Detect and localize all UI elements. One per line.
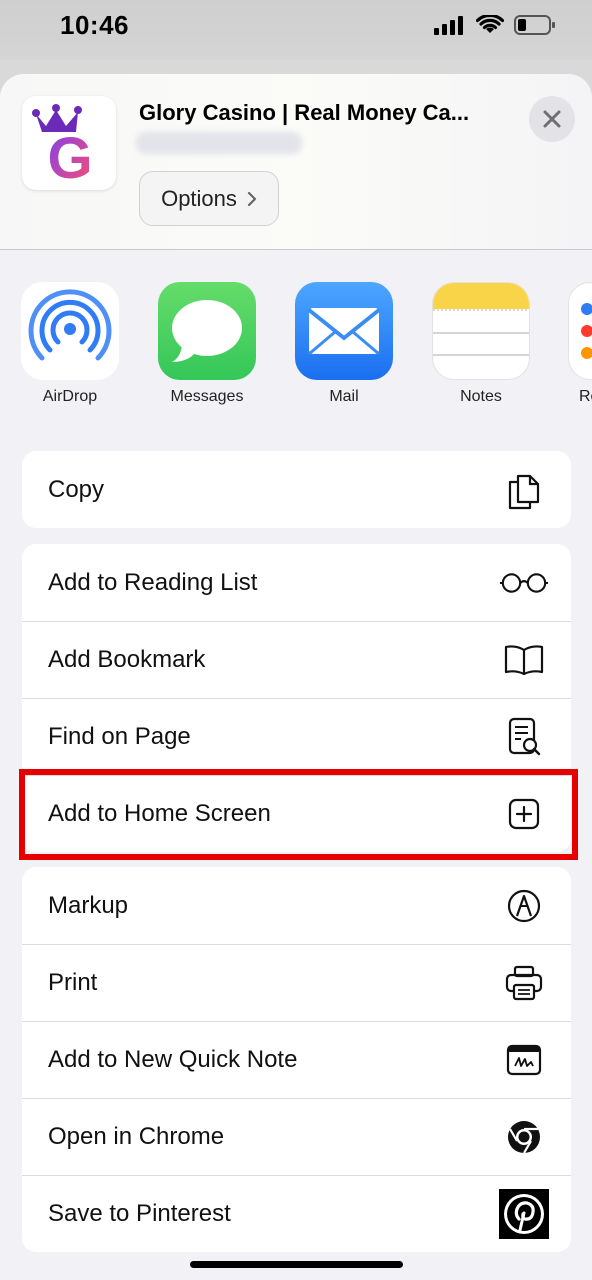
action-label: Add to Reading List xyxy=(48,568,258,596)
share-sheet-header: G Glory Casino | Real Money Ca... Option… xyxy=(0,74,592,250)
copy-icon xyxy=(499,465,549,515)
share-app-label: AirDrop xyxy=(42,388,98,405)
close-button[interactable] xyxy=(529,96,575,142)
action-label: Print xyxy=(48,968,98,996)
action-group-page: Add to Reading List Add Bookmark Find on… xyxy=(22,544,571,852)
action-add-to-reading-list[interactable]: Add to Reading List xyxy=(22,544,571,621)
action-label: Save to Pinterest xyxy=(48,1199,231,1227)
page-title: Glory Casino | Real Money Ca... xyxy=(139,100,470,125)
share-app-notes[interactable]: Notes xyxy=(431,282,531,406)
action-add-bookmark[interactable]: Add Bookmark xyxy=(22,621,571,698)
options-button[interactable]: Options xyxy=(139,171,279,226)
action-group-copy: Copy xyxy=(22,451,571,528)
share-app-label: Notes xyxy=(460,388,502,405)
action-add-quick-note[interactable]: Add to New Quick Note xyxy=(22,1021,571,1098)
share-app-messages[interactable]: Messages xyxy=(157,282,257,406)
action-markup[interactable]: Markup xyxy=(22,867,571,944)
action-label: Open in Chrome xyxy=(48,1122,225,1150)
chevron-right-icon xyxy=(247,191,257,206)
markup-pen-icon xyxy=(499,881,549,931)
share-app-label: Re xyxy=(579,388,592,405)
status-icons xyxy=(434,14,556,36)
action-label: Markup xyxy=(48,891,129,919)
battery-icon xyxy=(514,15,555,35)
share-app-mail[interactable]: Mail xyxy=(294,282,394,406)
printer-icon xyxy=(499,958,549,1008)
book-icon xyxy=(499,635,549,685)
airdrop-icon xyxy=(21,282,119,380)
action-label: Copy xyxy=(48,475,105,503)
messages-icon xyxy=(158,282,256,380)
glasses-icon xyxy=(499,558,549,608)
wifi-icon xyxy=(476,15,504,33)
home-indicator xyxy=(190,1261,403,1268)
status-bar: 10:46 xyxy=(0,0,592,60)
options-label: Options xyxy=(161,185,237,211)
action-save-to-pinterest[interactable]: Save to Pinterest xyxy=(22,1175,571,1252)
pinterest-icon xyxy=(499,1188,549,1239)
notes-icon xyxy=(432,282,530,380)
status-time: 10:46 xyxy=(60,10,129,40)
close-icon xyxy=(543,110,561,128)
site-icon: G xyxy=(22,96,116,191)
action-label: Find on Page xyxy=(48,722,191,750)
action-print[interactable]: Print xyxy=(22,944,571,1021)
share-app-label: Mail xyxy=(329,388,359,405)
action-label: Add Bookmark xyxy=(48,645,206,673)
action-find-on-page[interactable]: Find on Page xyxy=(22,698,571,775)
page-url-redacted xyxy=(136,132,302,154)
chrome-icon xyxy=(499,1112,549,1162)
action-group-more: Markup Print Add to New Quick Note Open … xyxy=(22,867,571,1252)
action-add-to-home-screen[interactable]: Add to Home Screen xyxy=(22,775,571,852)
share-app-row: AirDrop Messages Mail Notes R xyxy=(0,282,592,412)
cellular-signal-icon xyxy=(434,16,463,35)
site-icon-letter: G xyxy=(47,126,92,190)
share-app-airdrop[interactable]: AirDrop xyxy=(20,282,120,406)
share-sheet: G Glory Casino | Real Money Ca... Option… xyxy=(0,74,592,1280)
find-document-icon xyxy=(499,712,549,762)
quick-note-icon xyxy=(499,1035,549,1085)
reminders-icon xyxy=(568,282,592,380)
action-label: Add to Home Screen xyxy=(48,799,271,827)
plus-square-icon xyxy=(499,789,549,839)
action-open-in-chrome[interactable]: Open in Chrome xyxy=(22,1098,571,1175)
action-label: Add to New Quick Note xyxy=(48,1045,298,1073)
share-app-label: Messages xyxy=(170,388,244,405)
share-app-reminders[interactable]: Re xyxy=(568,282,592,406)
mail-icon xyxy=(295,282,393,380)
action-copy[interactable]: Copy xyxy=(22,451,571,528)
